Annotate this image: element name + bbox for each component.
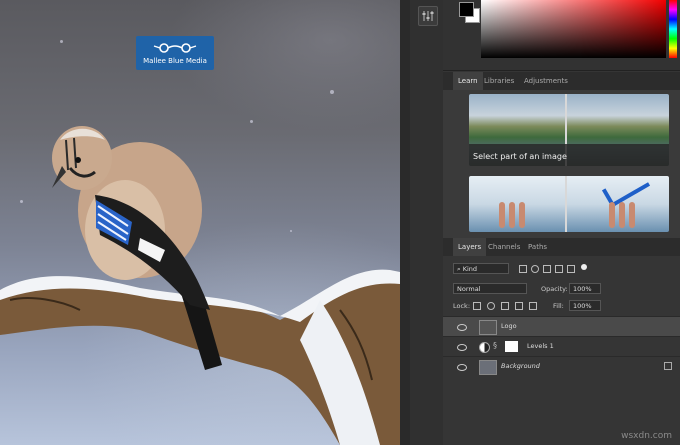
layer-filter-select[interactable]: ⌕ Kind xyxy=(453,263,509,274)
color-panel xyxy=(443,0,680,71)
logo-badge: Mallee Blue Media xyxy=(136,36,214,70)
filter-pixel-icon[interactable] xyxy=(519,265,527,273)
fill-label: Fill: xyxy=(553,302,564,310)
lock-all-icon[interactable] xyxy=(529,302,537,310)
document-canvas[interactable]: Mallee Blue Media xyxy=(0,0,400,445)
visibility-eye-icon[interactable] xyxy=(457,344,467,351)
layer-thumbnail xyxy=(479,360,497,375)
tab-channels[interactable]: Channels xyxy=(483,238,525,256)
fill-input[interactable]: 100% xyxy=(569,300,601,311)
layers-tab-bar: Layers Channels Paths xyxy=(443,238,680,257)
lock-artboard-icon[interactable] xyxy=(515,302,523,310)
before-after-divider xyxy=(565,176,567,232)
visibility-eye-icon[interactable] xyxy=(457,324,467,331)
hand-image xyxy=(629,202,635,228)
opacity-input[interactable]: 100% xyxy=(569,283,601,294)
adjust-panel-button[interactable] xyxy=(418,6,438,26)
layer-row-background[interactable]: Background xyxy=(443,356,680,377)
filter-shape-icon[interactable] xyxy=(555,265,563,273)
foreground-color-swatch[interactable] xyxy=(459,2,474,17)
color-picker-field[interactable] xyxy=(481,0,666,58)
panel-dock-strip xyxy=(410,0,444,445)
filter-smartobject-icon[interactable] xyxy=(567,265,575,273)
tutorial-card-title: Select part of an image xyxy=(473,152,567,161)
hand-image xyxy=(519,202,525,228)
logo-text: Mallee Blue Media xyxy=(143,57,207,65)
layer-row-logo[interactable]: Logo xyxy=(443,316,680,337)
layer-name: Levels 1 xyxy=(527,342,554,350)
hand-image xyxy=(499,202,505,228)
tutorial-card-brush[interactable] xyxy=(469,176,669,232)
right-panels: Learn Libraries Adjustments Select part … xyxy=(443,0,680,445)
tab-layers[interactable]: Layers xyxy=(453,238,487,256)
hand-image xyxy=(619,202,625,228)
watermark: wsxdn.com xyxy=(621,431,672,441)
lock-position-icon[interactable] xyxy=(501,302,509,310)
opacity-label: Opacity: xyxy=(541,285,568,293)
visibility-eye-icon[interactable] xyxy=(457,364,467,371)
chain-link-icon[interactable]: § xyxy=(493,341,497,350)
tab-adjustments[interactable]: Adjustments xyxy=(519,72,573,90)
canvas-divider xyxy=(400,0,410,445)
layers-panel: ⌕ Kind Normal Opacity: 100% Lock: Fill: … xyxy=(443,256,680,445)
sliders-icon xyxy=(422,11,434,21)
hue-slider[interactable] xyxy=(669,0,677,58)
card-caption: Select part of an image xyxy=(469,144,669,166)
learn-tab-bar: Learn Libraries Adjustments xyxy=(443,72,680,91)
hand-image xyxy=(509,202,515,228)
tab-paths[interactable]: Paths xyxy=(523,238,552,256)
adjustment-layer-icon xyxy=(479,342,490,353)
layer-thumbnail xyxy=(479,320,497,335)
filter-type-icon[interactable] xyxy=(543,265,551,273)
lock-label: Lock: xyxy=(453,302,471,310)
hand-image xyxy=(609,202,615,228)
layer-mask-thumbnail[interactable] xyxy=(505,341,518,352)
filter-kind-label: Kind xyxy=(462,265,478,273)
layer-name: Logo xyxy=(501,322,517,330)
glasses-icon xyxy=(153,43,197,53)
blend-mode-select[interactable]: Normal xyxy=(453,283,527,294)
tutorial-card-select[interactable]: Select part of an image xyxy=(469,94,669,166)
learn-panel: Select part of an image xyxy=(443,90,680,238)
filter-adjustment-icon[interactable] xyxy=(531,265,539,273)
lock-pixels-icon[interactable] xyxy=(487,302,495,310)
tab-libraries[interactable]: Libraries xyxy=(479,72,519,90)
lock-icon xyxy=(664,362,672,370)
layer-name: Background xyxy=(501,362,540,370)
filter-toggle-icon[interactable] xyxy=(581,264,587,270)
layer-row-levels[interactable]: § Levels 1 xyxy=(443,336,680,357)
lock-transparency-icon[interactable] xyxy=(473,302,481,310)
